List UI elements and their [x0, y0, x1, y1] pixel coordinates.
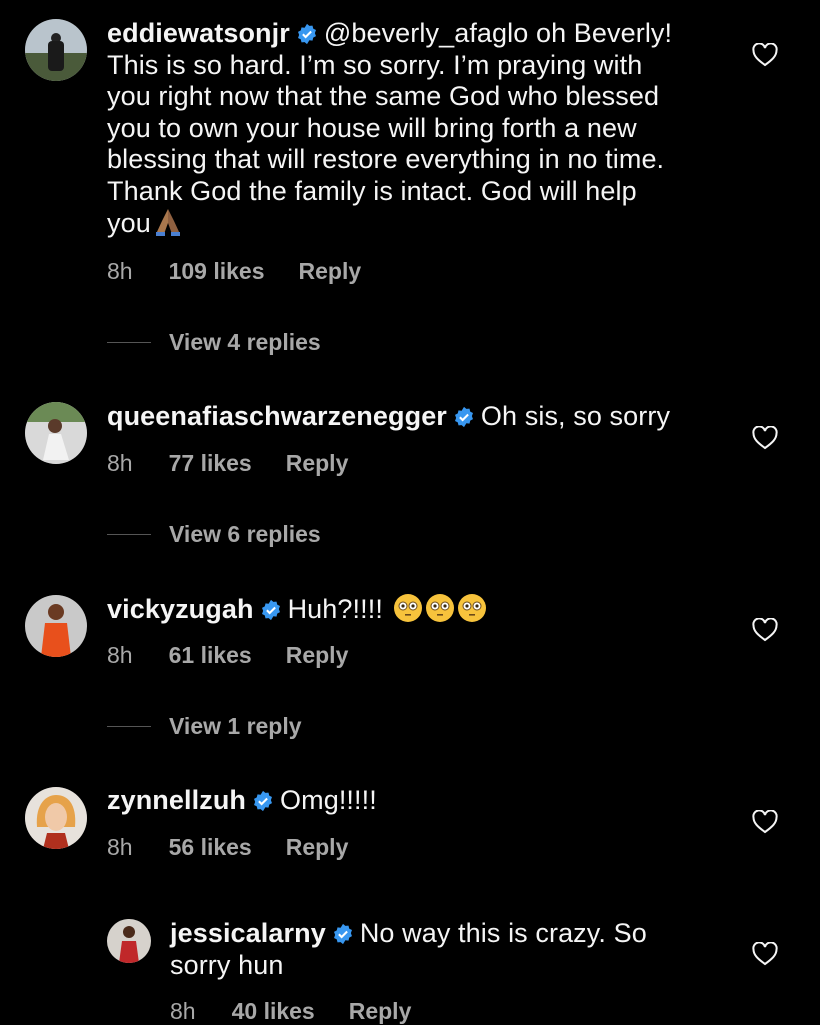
comment-text-line: This is so hard. I’m so sorry. I’m prayi…: [107, 49, 643, 80]
comment-text-line: you to own your house will bring forth a…: [107, 112, 637, 143]
heart-icon[interactable]: [752, 810, 778, 834]
timestamp: 8h: [107, 642, 133, 668]
reply-button[interactable]: Reply: [286, 642, 349, 669]
comment-text-line: you right now that the same God who bles…: [107, 81, 660, 111]
avatar-photo-icon: [25, 19, 87, 81]
comment-text-line: blessing that will restore everything in…: [107, 144, 665, 174]
timestamp: 8h: [170, 998, 196, 1024]
likes-count[interactable]: 109 likes: [169, 258, 265, 285]
avatar[interactable]: [25, 19, 87, 81]
heart-icon[interactable]: [752, 426, 778, 450]
comment-meta: 8h 56 likes Reply: [107, 834, 348, 861]
comment-text: Oh sis, so sorry: [480, 401, 671, 431]
flushed-face-emoji: [457, 594, 486, 622]
timestamp: 8h: [107, 450, 133, 476]
avatar-photo-icon: [107, 919, 151, 963]
comment-body: queenafiaschwarzenegger Oh sis, so sorry: [107, 401, 727, 433]
view-replies-label: View 6 replies: [169, 521, 321, 547]
view-replies-button[interactable]: View 6 replies: [107, 521, 321, 548]
comment-text-line: sorry hun: [170, 949, 284, 980]
avatar-photo-icon: [25, 595, 87, 657]
divider: [107, 726, 151, 727]
flushed-face-emoji: [393, 594, 422, 622]
comment-text-line: Thank God the family is intact. God will…: [107, 175, 637, 206]
likes-count[interactable]: 61 likes: [169, 642, 252, 669]
avatar[interactable]: [107, 919, 151, 963]
view-replies-label: View 4 replies: [169, 329, 321, 355]
comment-meta: 8h 77 likes Reply: [107, 450, 348, 477]
view-replies-label: View 1 reply: [169, 713, 302, 739]
heart-icon[interactable]: [752, 618, 778, 642]
divider: [107, 342, 151, 343]
verified-badge-icon: [454, 406, 473, 428]
username[interactable]: jessicalarny: [170, 918, 326, 948]
comment-text: Huh?!!!!: [287, 594, 383, 624]
verified-badge-icon: [297, 23, 316, 45]
comment-meta: 8h 40 likes Reply: [170, 998, 411, 1025]
comment-text-line: No way this is crazy. So: [359, 918, 647, 948]
reply-button[interactable]: Reply: [299, 258, 362, 285]
folded-hands-emoji: [155, 209, 180, 236]
verified-badge-icon: [333, 923, 352, 945]
reply-button[interactable]: Reply: [349, 998, 412, 1025]
divider: [107, 534, 151, 535]
likes-count[interactable]: 56 likes: [169, 834, 252, 861]
timestamp: 8h: [107, 834, 133, 860]
username[interactable]: queenafiaschwarzenegger: [107, 401, 447, 431]
comment-body: vickyzugah Huh?!!!!: [107, 593, 727, 626]
likes-count[interactable]: 77 likes: [169, 450, 252, 477]
reply-button[interactable]: Reply: [286, 834, 349, 861]
username[interactable]: zynnellzuh: [107, 785, 246, 815]
avatar[interactable]: [25, 787, 87, 849]
comment-meta: 8h 61 likes Reply: [107, 642, 348, 669]
comment-text-line: @beverly_afaglo oh Beverly!: [323, 18, 673, 48]
reply-button[interactable]: Reply: [286, 450, 349, 477]
avatar[interactable]: [25, 595, 87, 657]
avatar-photo-icon: [25, 787, 87, 849]
flushed-face-emoji: [425, 594, 454, 622]
comment-body: eddiewatsonjr @beverly_afaglo oh Beverly!…: [107, 18, 727, 240]
heart-icon[interactable]: [752, 942, 778, 966]
comment-text-line: you: [107, 208, 151, 238]
view-replies-button[interactable]: View 1 reply: [107, 713, 302, 740]
username[interactable]: eddiewatsonjr: [107, 18, 290, 48]
comment-body: zynnellzuh Omg!!!!!: [107, 785, 727, 817]
verified-badge-icon: [254, 790, 272, 812]
view-replies-button[interactable]: View 4 replies: [107, 329, 321, 356]
comment-body: jessicalarny No way this is crazy. So sor…: [170, 918, 730, 981]
comment-text: Omg!!!!!: [280, 785, 377, 815]
verified-badge-icon: [261, 599, 280, 621]
timestamp: 8h: [107, 258, 133, 284]
heart-icon[interactable]: [752, 43, 778, 67]
comment-meta: 8h 109 likes Reply: [107, 258, 361, 285]
likes-count[interactable]: 40 likes: [232, 998, 315, 1025]
username[interactable]: vickyzugah: [107, 594, 254, 624]
avatar-photo-icon: [25, 402, 87, 464]
avatar[interactable]: [25, 402, 87, 464]
